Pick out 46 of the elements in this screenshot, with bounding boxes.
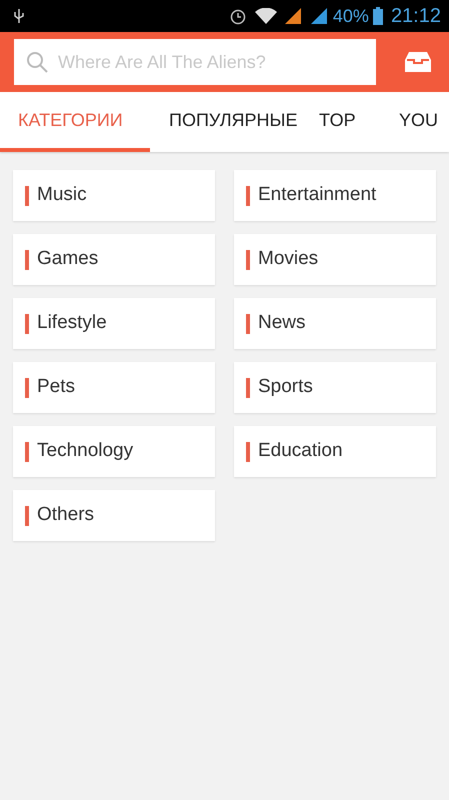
usb-icon <box>12 8 26 24</box>
category-card[interactable]: Music <box>13 170 215 221</box>
signal-icon <box>284 8 303 24</box>
accent-bar <box>246 250 250 270</box>
category-card[interactable]: News <box>234 298 436 349</box>
signal-icon <box>310 8 329 24</box>
category-label: Sports <box>258 375 313 400</box>
accent-bar <box>246 314 250 334</box>
battery-percent: 40% <box>332 4 369 28</box>
category-card[interactable]: Education <box>234 426 436 477</box>
category-label: Pets <box>37 375 76 400</box>
category-card[interactable]: Others <box>13 490 215 541</box>
accent-bar <box>25 442 29 462</box>
battery-icon <box>372 7 383 25</box>
wifi-icon <box>254 8 277 24</box>
accent-bar <box>246 442 250 462</box>
category-label: Music <box>37 183 87 208</box>
tab[interactable]: YOU <box>380 92 449 152</box>
alarm-icon <box>228 7 247 25</box>
category-card[interactable]: Pets <box>13 362 215 413</box>
tab[interactable]: ПОПУЛЯРНЫЕ <box>150 92 300 152</box>
clock: 21:12 <box>390 4 441 29</box>
tab[interactable]: TOP <box>300 92 380 152</box>
category-label: Education <box>258 439 343 464</box>
category-card[interactable]: Technology <box>13 426 215 477</box>
category-label: Others <box>37 503 94 528</box>
inbox-icon[interactable] <box>405 52 431 72</box>
accent-bar <box>25 378 29 398</box>
accent-bar <box>25 314 29 334</box>
accent-bar <box>25 186 29 206</box>
category-card[interactable]: Sports <box>234 362 436 413</box>
category-card[interactable]: Entertainment <box>234 170 436 221</box>
category-label: Lifestyle <box>37 311 107 336</box>
accent-bar <box>25 506 29 526</box>
category-card[interactable]: Movies <box>234 234 436 285</box>
category-card[interactable]: Lifestyle <box>13 298 215 349</box>
accent-bar <box>246 186 250 206</box>
category-card[interactable]: Games <box>13 234 215 285</box>
accent-bar <box>25 250 29 270</box>
category-label: Technology <box>37 439 134 464</box>
accent-bar <box>246 378 250 398</box>
category-label: Entertainment <box>258 183 376 208</box>
category-label: Movies <box>258 247 318 272</box>
category-label: Games <box>37 247 98 272</box>
search-icon <box>26 51 48 73</box>
category-label: News <box>258 311 306 336</box>
